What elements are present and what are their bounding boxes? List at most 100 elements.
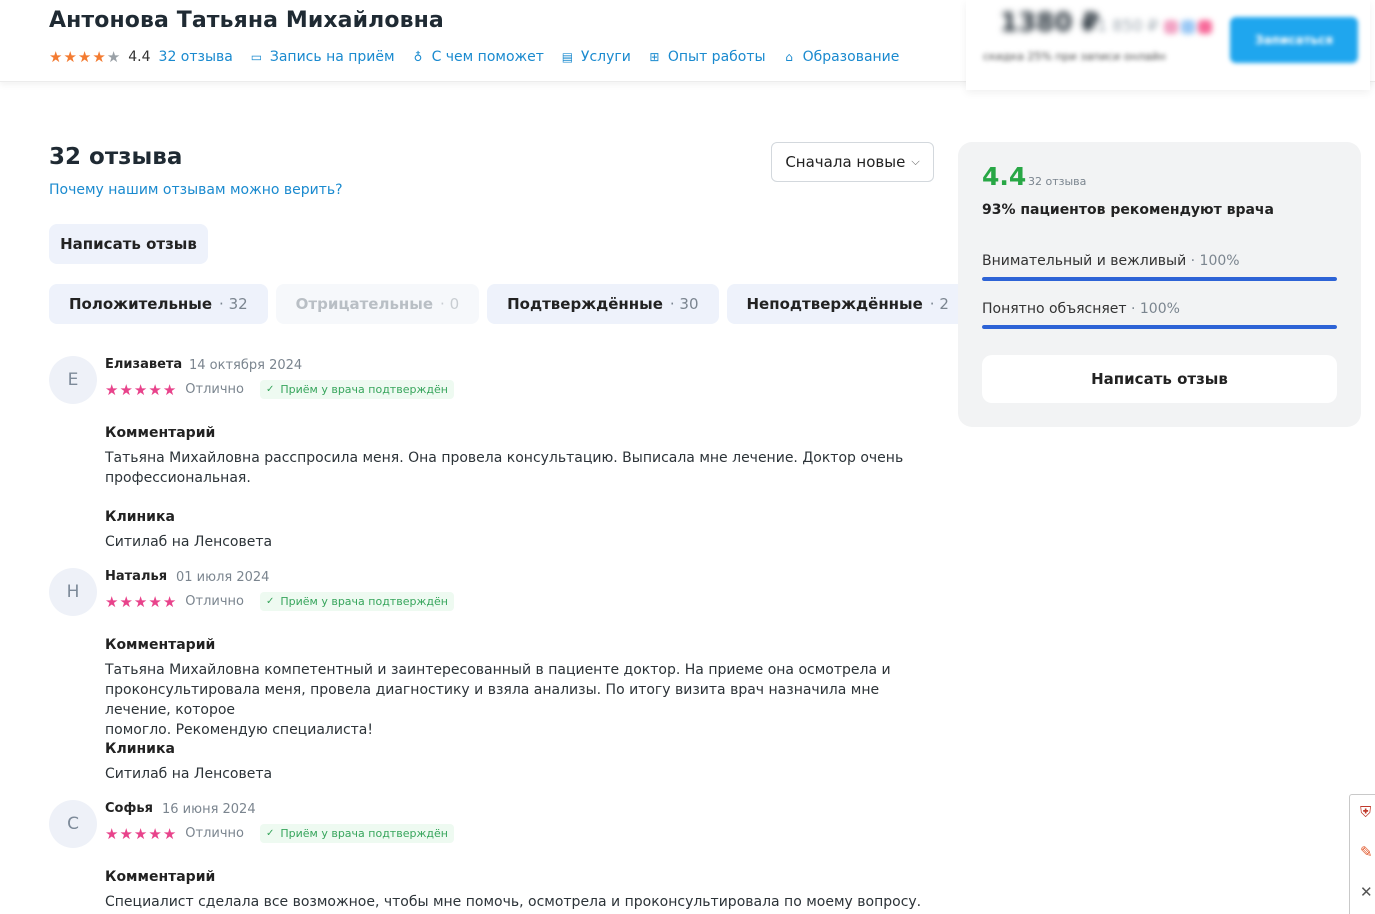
star-icon: ★ — [148, 824, 162, 843]
star-icon: ★ — [92, 48, 106, 66]
star-icon: ★ — [106, 48, 121, 66]
badge-icon — [1181, 20, 1195, 34]
nav-appointment-link[interactable]: ▭ Запись на приём — [250, 49, 395, 65]
extension-panel: ⛨ ✎ ✕ — [1349, 794, 1375, 914]
sort-label: Сначала новые — [785, 153, 906, 171]
comment-label: Комментарий — [105, 869, 216, 885]
comment-text: Специалист сделала все возможное, чтобы … — [105, 894, 922, 910]
price-value: 1380 ₽ — [1000, 8, 1100, 38]
star-icon: ★ — [162, 592, 177, 611]
chevron-down-icon: ⌵ — [911, 155, 920, 168]
comment-text: Татьяна Михайловна компетентный и заинте… — [105, 662, 891, 738]
review-meta: ★ ★ ★ ★ ★ Отлично ✓ Приём у врача подтверждён — [105, 380, 454, 399]
review-verdict: Отлично — [185, 826, 244, 841]
check-icon: ✓ — [265, 384, 275, 395]
star-icon: ★ — [105, 592, 119, 611]
sort-select[interactable]: Сначала новые ⌵ — [771, 142, 934, 182]
star-icon: ★ — [105, 824, 119, 843]
star-icon: ★ — [162, 380, 177, 399]
review-meta: ★ ★ ★ ★ ★ Отлично ✓ Приём у врача подтверждён — [105, 824, 454, 843]
verified-badge: ✓ Приём у врача подтверждён — [259, 380, 454, 399]
close-icon[interactable]: ✕ — [1360, 883, 1373, 901]
review-verdict: Отлично — [185, 382, 244, 397]
star-icon: ★ — [49, 48, 63, 66]
metric-polite: Внимательный и вежливый · 100% — [982, 253, 1337, 281]
payment-badges — [1164, 20, 1212, 34]
review-meta: ★ ★ ★ ★ ★ Отлично ✓ Приём у врача подтверждён — [105, 592, 454, 611]
clinic-name: Ситилаб на Ленсовета — [105, 534, 273, 550]
document-icon: ▤ — [561, 50, 574, 64]
avatar: Е — [49, 356, 97, 404]
reviews-title: 32 отзыва — [49, 144, 183, 170]
star-icon: ★ — [119, 380, 133, 399]
star-icon: ★ — [63, 48, 77, 66]
doctor-name: Антонова Татьяна Михайловна — [49, 8, 444, 33]
star-icon: ★ — [148, 592, 162, 611]
star-icon: ★ — [105, 380, 119, 399]
star-icon: ★ — [133, 824, 148, 843]
recommend-text: 93% пациентов рекомендуют врача — [982, 202, 1274, 218]
book-button[interactable]: Записаться — [1230, 17, 1358, 63]
filter-positive[interactable]: Положительные · 32 — [49, 284, 268, 324]
header-rating: 4.4 — [128, 49, 151, 65]
rating-stars: ★ ★ ★ ★ ★ — [49, 49, 120, 65]
price-note: скидка 25% при записи онлайн — [983, 50, 1166, 63]
nav-education-link[interactable]: ⌂ Образование — [783, 49, 899, 65]
reviewer-name: Елизавета — [105, 357, 183, 372]
review-stars: ★ ★ ★ ★ ★ — [105, 594, 176, 610]
nav-helps-with-link[interactable]: ♁ С чем поможет — [412, 49, 544, 65]
summary-count: 32 отзыва — [1028, 175, 1087, 188]
price-old: 1 850 ₽ — [1097, 16, 1159, 35]
comment-text: Татьяна Михайловна расспросила меня. Она… — [105, 450, 904, 486]
star-icon: ★ — [162, 824, 177, 843]
review-verdict: Отлично — [185, 594, 244, 609]
summary-rating: 4.4 — [982, 162, 1027, 191]
review-stars: ★ ★ ★ ★ ★ — [105, 826, 176, 842]
comment-label: Комментарий — [105, 425, 216, 441]
review-filters: Положительные · 32 Отрицательные · 0 Подтв… — [49, 284, 969, 324]
write-review-button[interactable]: Написать отзыв — [49, 224, 208, 264]
clinic-name: Ситилаб на Ленсовета — [105, 766, 273, 782]
check-icon: ✓ — [265, 596, 275, 607]
review-date: 01 июля 2024 — [176, 570, 270, 585]
badge-icon — [1164, 20, 1178, 34]
filter-unconfirmed[interactable]: Неподтверждённые · 2 — [726, 284, 969, 324]
metric-bar — [982, 277, 1337, 281]
metric-bar — [982, 325, 1337, 329]
metric-explains: Понятно объясняет · 100% — [982, 301, 1337, 329]
nav-experience-link[interactable]: ⊞ Опыт работы — [648, 49, 765, 65]
star-icon: ★ — [148, 380, 162, 399]
check-icon: ✓ — [265, 828, 275, 839]
verified-badge: ✓ Приём у врача подтверждён — [259, 824, 454, 843]
filter-negative[interactable]: Отрицательные · 0 — [275, 284, 480, 324]
verified-badge: ✓ Приём у врача подтверждён — [259, 592, 454, 611]
header-nav: ★ ★ ★ ★ ★ 4.4 32 отзыва ▭ Запись на приём… — [49, 49, 916, 65]
nav-reviews-link[interactable]: 32 отзыва — [159, 49, 233, 65]
review-stars: ★ ★ ★ ★ ★ — [105, 382, 176, 398]
calendar-icon: ▭ — [250, 50, 263, 64]
graduation-cap-icon: ⌂ — [785, 50, 793, 64]
metric-bar-fill — [982, 325, 1337, 329]
clinic-label: Клиника — [105, 741, 175, 757]
tool-icon[interactable]: ✎ — [1360, 843, 1373, 861]
comment-label: Комментарий — [105, 637, 216, 653]
star-icon: ★ — [119, 592, 133, 611]
medical-case-icon: ⊞ — [649, 50, 660, 64]
reviewer-name: Софья — [105, 801, 153, 816]
sidebar-write-review-button[interactable]: Написать отзыв — [982, 355, 1337, 403]
avatar: С — [49, 800, 97, 848]
star-icon: ★ — [119, 824, 133, 843]
stethoscope-icon: ♁ — [413, 50, 423, 64]
filter-confirmed[interactable]: Подтверждённые · 30 — [487, 284, 719, 324]
review-date: 16 июня 2024 — [162, 802, 256, 817]
nav-services-link[interactable]: ▤ Услуги — [561, 49, 631, 65]
avatar: Н — [49, 568, 97, 616]
badge-icon — [1198, 20, 1212, 34]
clinic-label: Клиника — [105, 509, 175, 525]
rating-summary-card: 4.4 32 отзыва 93% пациентов рекомендуют … — [958, 142, 1361, 427]
trust-link[interactable]: Почему нашим отзывам можно верить? — [49, 182, 343, 198]
review-date: 14 октября 2024 — [189, 358, 303, 373]
metric-bar-fill — [982, 277, 1337, 281]
shield-icon[interactable]: ⛨ — [1360, 803, 1371, 821]
star-icon: ★ — [77, 48, 92, 66]
